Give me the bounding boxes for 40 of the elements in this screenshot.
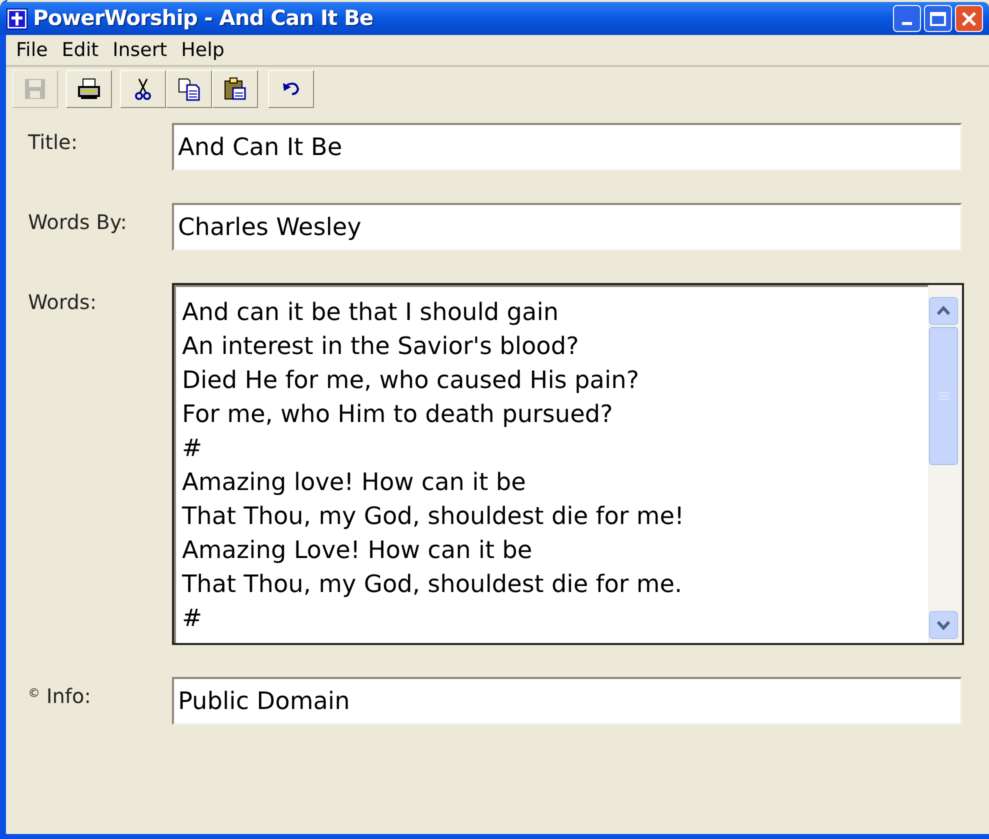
printer-icon [76, 76, 102, 102]
copy-button[interactable] [166, 70, 212, 108]
undo-button[interactable] [268, 70, 314, 108]
words-text-area[interactable] [172, 283, 964, 645]
lyric-line: # [182, 433, 204, 464]
lyric-line: Amazing Love! How can it be [182, 535, 534, 566]
scroll-up-icon[interactable] [929, 297, 958, 325]
lyric-line: Died He for me, who caused His pain? [182, 365, 640, 396]
field-label: Title: [28, 130, 78, 154]
menu-item[interactable]: Help [175, 36, 230, 64]
field-label: Words By: [28, 210, 128, 234]
field-label: Words: [28, 290, 97, 314]
close-button[interactable] [955, 5, 983, 32]
close-icon [961, 10, 977, 26]
lyric-line: That Thou, my God, shouldest die for me! [182, 501, 686, 532]
cut-button[interactable] [120, 70, 166, 108]
lyric-line: # [182, 603, 204, 634]
field-label: $^{©}$ Info: [28, 684, 91, 708]
copy-icon [176, 76, 202, 102]
clipboard-icon [222, 76, 248, 102]
cross-icon [6, 8, 28, 30]
print-button[interactable] [66, 70, 112, 108]
text-field[interactable]: Public Domain [172, 677, 962, 725]
scrollbar[interactable] [928, 285, 962, 643]
paste-button[interactable] [212, 70, 258, 108]
lyric-line: An interest in the Savior's blood? [182, 331, 580, 362]
menu-item[interactable]: Edit [56, 36, 105, 64]
text-field[interactable]: And Can It Be [172, 123, 962, 171]
lyric-line: That Thou, my God, shouldest die for me. [182, 569, 684, 600]
maximize-button[interactable] [924, 5, 952, 32]
minimize-button[interactable] [893, 5, 921, 32]
window-title: PowerWorship - And Can It Be [33, 4, 374, 32]
menu-item[interactable]: File [10, 36, 54, 64]
lyric-line: And can it be that I should gain [182, 297, 560, 328]
menu-item[interactable]: Insert [106, 36, 174, 64]
lyric-line: Amazing love! How can it be [182, 467, 527, 498]
scroll-down-icon[interactable] [929, 611, 958, 639]
lyric-line: For me, who Him to death pursued? [182, 399, 614, 430]
scroll-thumb[interactable] [929, 327, 958, 465]
text-field[interactable]: Charles Wesley [172, 203, 962, 251]
